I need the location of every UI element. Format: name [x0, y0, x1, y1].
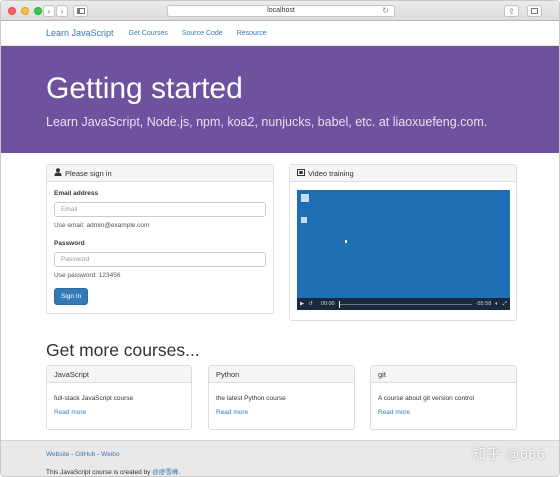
password-label: Password [54, 240, 85, 247]
browser-toolbar: ‹ › localhost ↻ ⇪ [1, 1, 559, 21]
footer-author-link[interactable]: @廖雪峰 [152, 469, 178, 476]
brand-link[interactable]: Learn JavaScript [46, 28, 114, 38]
nav-link-source-code[interactable]: Source Code [182, 30, 223, 37]
video-heading-text: Video training [308, 168, 354, 178]
password-help-text: Use password: 123456 [54, 272, 121, 279]
video-panel-heading: Video training [290, 165, 516, 182]
course-title: Python [209, 366, 354, 383]
window-controls [8, 7, 42, 15]
course-card-javascript: JavaScript full-stack JavaScript course … [46, 365, 192, 430]
play-icon[interactable]: ▶ [300, 301, 304, 307]
footer-links: Website - GitHub - Weibo [46, 451, 516, 458]
volume-icon[interactable]: 🔈︎ [495, 301, 498, 308]
video-progress-bar[interactable] [338, 300, 472, 308]
rewind-icon[interactable]: ↺ [308, 301, 313, 307]
film-icon [297, 168, 305, 178]
email-field[interactable]: Email [54, 202, 266, 217]
nav-link-get-courses[interactable]: Get Courses [129, 30, 168, 37]
fullscreen-icon[interactable]: ⤢ [503, 301, 507, 308]
email-label: Email address [54, 190, 99, 197]
chevron-right-icon: › [60, 6, 64, 16]
video-player[interactable]: ▶ ↺ 00:00 -55:58 🔈︎ ⤢ [297, 190, 510, 310]
course-description: full-stack JavaScript course [54, 395, 134, 402]
zoom-window-button[interactable] [34, 7, 42, 15]
footer-credit: This JavaScript course is created by @廖雪… [46, 466, 516, 476]
course-card-python: Python the latest Python course Read mor… [208, 365, 355, 430]
nav-link-resource[interactable]: Resource [237, 30, 267, 37]
hero-title: Getting started [46, 72, 243, 105]
address-bar[interactable]: localhost ↻ [167, 5, 395, 17]
site-navbar: Learn JavaScript Get Courses Source Code… [1, 21, 559, 46]
courses-heading: Get more courses... [46, 340, 200, 360]
read-more-link[interactable]: Read more [371, 402, 516, 416]
course-title: JavaScript [47, 366, 191, 383]
reload-icon[interactable]: ↻ [382, 6, 389, 16]
tabs-button[interactable] [527, 5, 542, 17]
forward-button[interactable]: › [56, 5, 68, 17]
hero-banner: Getting started Learn JavaScript, Node.j… [1, 46, 559, 153]
read-more-link[interactable]: Read more [209, 402, 354, 416]
browser-window: ‹ › localhost ↻ ⇪ Learn JavaScript Get C… [0, 0, 560, 477]
footer-link-weibo[interactable]: Weibo [101, 451, 119, 458]
close-window-button[interactable] [8, 7, 16, 15]
chevron-left-icon: ‹ [47, 6, 51, 16]
tabs-icon [531, 8, 538, 14]
email-help-text: Use email: admin@example.com [54, 222, 150, 229]
desktop-icon [301, 194, 309, 202]
video-panel: Video training ▶ ↺ 00:00 -55:58 🔈︎ ⤢ [289, 164, 517, 321]
hero-subtitle: Learn JavaScript, Node.js, npm, koa2, nu… [46, 115, 488, 129]
footer-link-website[interactable]: Website [46, 451, 69, 458]
mouse-cursor-icon [345, 240, 347, 243]
course-title: git [371, 366, 516, 383]
signin-panel: Please sign in Email address Email Use e… [46, 164, 274, 314]
user-icon [54, 168, 62, 178]
video-current-time: 00:00 [320, 301, 335, 307]
signin-panel-heading: Please sign in [47, 165, 273, 182]
footer-credit-prefix: This JavaScript course is created by [46, 469, 153, 476]
url-text: localhost [267, 7, 295, 14]
video-remaining-time: -55:58 [475, 301, 492, 307]
video-progress-knob[interactable] [338, 300, 340, 308]
sidebar-icon [76, 8, 85, 14]
sidebar-button[interactable] [73, 5, 88, 17]
back-button[interactable]: ‹ [43, 5, 55, 17]
footer-link-github[interactable]: GitHub [75, 451, 95, 458]
share-icon: ⇪ [508, 6, 515, 16]
footer-credit-suffix: . [178, 469, 181, 476]
minimize-window-button[interactable] [21, 7, 29, 15]
watermark: 知乎 @666 [472, 446, 545, 462]
read-more-link[interactable]: Read more [47, 402, 191, 416]
course-description: A course about git version control [378, 395, 475, 402]
course-card-git: git A course about git version control R… [370, 365, 517, 430]
signin-heading-text: Please sign in [65, 168, 112, 178]
sign-in-button[interactable]: Sign In [54, 288, 89, 305]
course-description: the latest Python course [216, 395, 286, 402]
video-controls: ▶ ↺ 00:00 -55:58 🔈︎ ⤢ [297, 298, 510, 310]
desktop-icon [301, 217, 307, 223]
share-button[interactable]: ⇪ [504, 5, 519, 17]
password-field[interactable]: Password [54, 252, 266, 267]
signin-form: Email address Email Use email: admin@exa… [47, 182, 273, 313]
